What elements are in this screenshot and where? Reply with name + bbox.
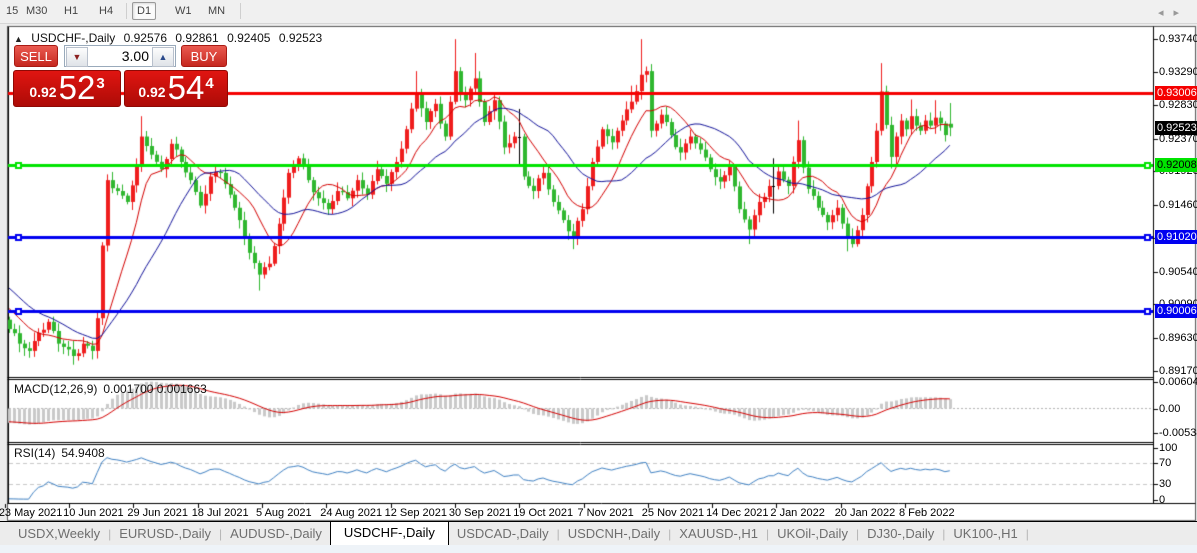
timeframe-button-mn[interactable]: MN <box>204 3 229 19</box>
macd-axis-label: 0.00 <box>1159 402 1181 415</box>
ohlc-close: 0.92523 <box>278 31 323 45</box>
date-axis-label: 30 Sep 2021 <box>448 507 512 519</box>
date-axis-label: 12 Sep 2021 <box>384 507 447 519</box>
tab-scroll-right-icon[interactable]: ▸ <box>1173 7 1189 19</box>
macd-title: MACD(12,26,9) <box>14 382 98 396</box>
chart-tab-dj30[interactable]: DJ30-,Daily <box>859 523 942 545</box>
sell-price-point: 3 <box>96 75 105 92</box>
timeframe-button-d1[interactable]: D1 <box>132 2 157 20</box>
volume-stepper: ▼ 3.00 ▲ <box>64 45 176 67</box>
status-strip <box>0 545 1197 553</box>
timeframe-toolbar: 15 M30 H1 H4 D1 W1 MN <box>0 0 1197 24</box>
chart-tab-bar: USDX,Weekly | EURUSD-,Daily | AUDUSD-,Daily U… <box>0 521 1197 545</box>
buy-price-display[interactable]: 0.92 54 4 <box>124 70 228 107</box>
tab-separator: | <box>1025 527 1029 541</box>
date-axis-label: 24 Aug 2021 <box>320 507 383 519</box>
rsi-axis-label: 30 <box>1159 478 1172 491</box>
price-line-badge[interactable]: 0.92008 <box>1155 158 1197 173</box>
one-click-trading-panel: SELL ▼ 3.00 ▲ BUY 0.92 52 3 0.92 54 4 <box>13 44 228 108</box>
ohlc-open: 0.92576 <box>123 31 167 45</box>
ohlc-high: 0.92861 <box>175 31 219 45</box>
chart-tab-usdcad[interactable]: USDCAD-,Daily <box>449 523 557 545</box>
macd-axis-label: 0.006045 <box>1159 375 1197 388</box>
date-axis-label: 2 Jan 2022 <box>770 507 825 519</box>
tab-scroll-arrows: ◂▸ <box>1158 6 1189 19</box>
price-tick-label: 0.90540 <box>1159 265 1197 278</box>
chart-tab-usdchf[interactable]: USDCHF-,Daily <box>329 521 449 545</box>
tab-scroll-left-icon[interactable]: ◂ <box>1158 7 1174 19</box>
chart-tab-usdx[interactable]: USDX,Weekly <box>10 523 108 545</box>
date-axis-label: 20 Jan 2022 <box>834 507 896 519</box>
timeframe-button-15[interactable]: 15 <box>2 3 22 19</box>
price-tick-label: 0.93740 <box>1159 33 1197 46</box>
date-axis-label: 8 Feb 2022 <box>899 507 955 519</box>
price-line-badge[interactable]: 0.93006 <box>1155 85 1197 100</box>
timeframe-button-h1[interactable]: H1 <box>60 3 82 19</box>
buy-price-base: 0.92 <box>138 84 166 100</box>
rsi-indicator-header: RSI(14) 54.9408 <box>14 446 111 460</box>
rsi-value: 54.9408 <box>61 446 105 460</box>
chart-title-bar: ▲ USDCHF-,Daily 0.92576 0.92861 0.92405 … <box>14 31 327 45</box>
date-axis-label: 29 Jun 2021 <box>127 507 188 519</box>
toolbar-separator <box>240 3 241 19</box>
date-axis-label: 10 Jun 2021 <box>63 507 124 519</box>
chart-tab-ukoil[interactable]: UKOil-,Daily <box>769 523 856 545</box>
price-tick-label: 0.92830 <box>1159 99 1197 112</box>
buy-price-point: 4 <box>205 75 214 92</box>
date-axis-label: 14 Dec 2021 <box>706 507 769 519</box>
chart-tab-audusd[interactable]: AUDUSD-,Daily <box>222 523 330 545</box>
sell-price-display[interactable]: 0.92 52 3 <box>13 70 121 107</box>
volume-decrease-button[interactable]: ▼ <box>66 47 88 67</box>
buy-button[interactable]: BUY <box>181 45 227 67</box>
price-tick-label: 0.89630 <box>1159 331 1197 344</box>
date-axis-label: 18 Jul 2021 <box>191 507 249 519</box>
collapse-triangle-icon[interactable]: ▲ <box>14 34 23 44</box>
sell-price-pips: 52 <box>58 69 96 106</box>
volume-increase-button[interactable]: ▲ <box>152 47 174 67</box>
date-axis-label: 5 Aug 2021 <box>256 507 312 519</box>
buy-price-pips: 54 <box>167 69 205 106</box>
rsi-axis-label: 0 <box>1159 494 1166 506</box>
chart-tab-usdcnh[interactable]: USDCNH-,Daily <box>560 523 668 545</box>
date-axis-label: 25 Nov 2021 <box>641 507 705 519</box>
application-window: 15 M30 H1 H4 D1 W1 MN ▲ USDCHF-,Daily 0.92576 … <box>0 0 1197 553</box>
timeframe-button-h4[interactable]: H4 <box>95 3 117 19</box>
rsi-title: RSI(14) <box>14 446 56 460</box>
chart-tab-eurusd[interactable]: EURUSD-,Daily <box>111 523 219 545</box>
current-price-badge: 0.92523 <box>1155 120 1197 135</box>
macd-values: 0.001700 0.001663 <box>103 382 207 396</box>
chart-tab-uk100[interactable]: UK100-,H1 <box>945 523 1025 545</box>
volume-input[interactable]: 3.00 <box>122 46 149 66</box>
macd-indicator-header: MACD(12,26,9) 0.001700 0.001663 <box>14 382 213 396</box>
ohlc-low: 0.92405 <box>227 31 271 45</box>
timeframe-button-w1[interactable]: W1 <box>171 3 196 19</box>
chart-symbol-label: USDCHF-,Daily <box>31 31 116 45</box>
date-axis-label: 7 Nov 2021 <box>577 507 634 519</box>
rsi-axis-label: 70 <box>1159 457 1172 470</box>
macd-axis-label: -0.005383 <box>1159 426 1197 439</box>
date-axis-label: 23 May 2021 <box>0 507 63 519</box>
sell-price-base: 0.92 <box>29 84 57 100</box>
price-line-badge[interactable]: 0.90006 <box>1155 303 1197 318</box>
chart-tab-xauusd[interactable]: XAUUSD-,H1 <box>671 523 766 545</box>
price-tick-label: 0.93290 <box>1159 65 1197 78</box>
price-line-badge[interactable]: 0.91020 <box>1155 229 1197 244</box>
price-tick-label: 0.91460 <box>1159 198 1197 211</box>
rsi-axis-label: 100 <box>1159 441 1178 454</box>
sell-button[interactable]: SELL <box>14 45 58 67</box>
date-axis-label: 19 Oct 2021 <box>513 507 574 519</box>
timeframe-button-m30[interactable]: M30 <box>22 3 51 19</box>
toolbar-separator <box>126 3 127 19</box>
